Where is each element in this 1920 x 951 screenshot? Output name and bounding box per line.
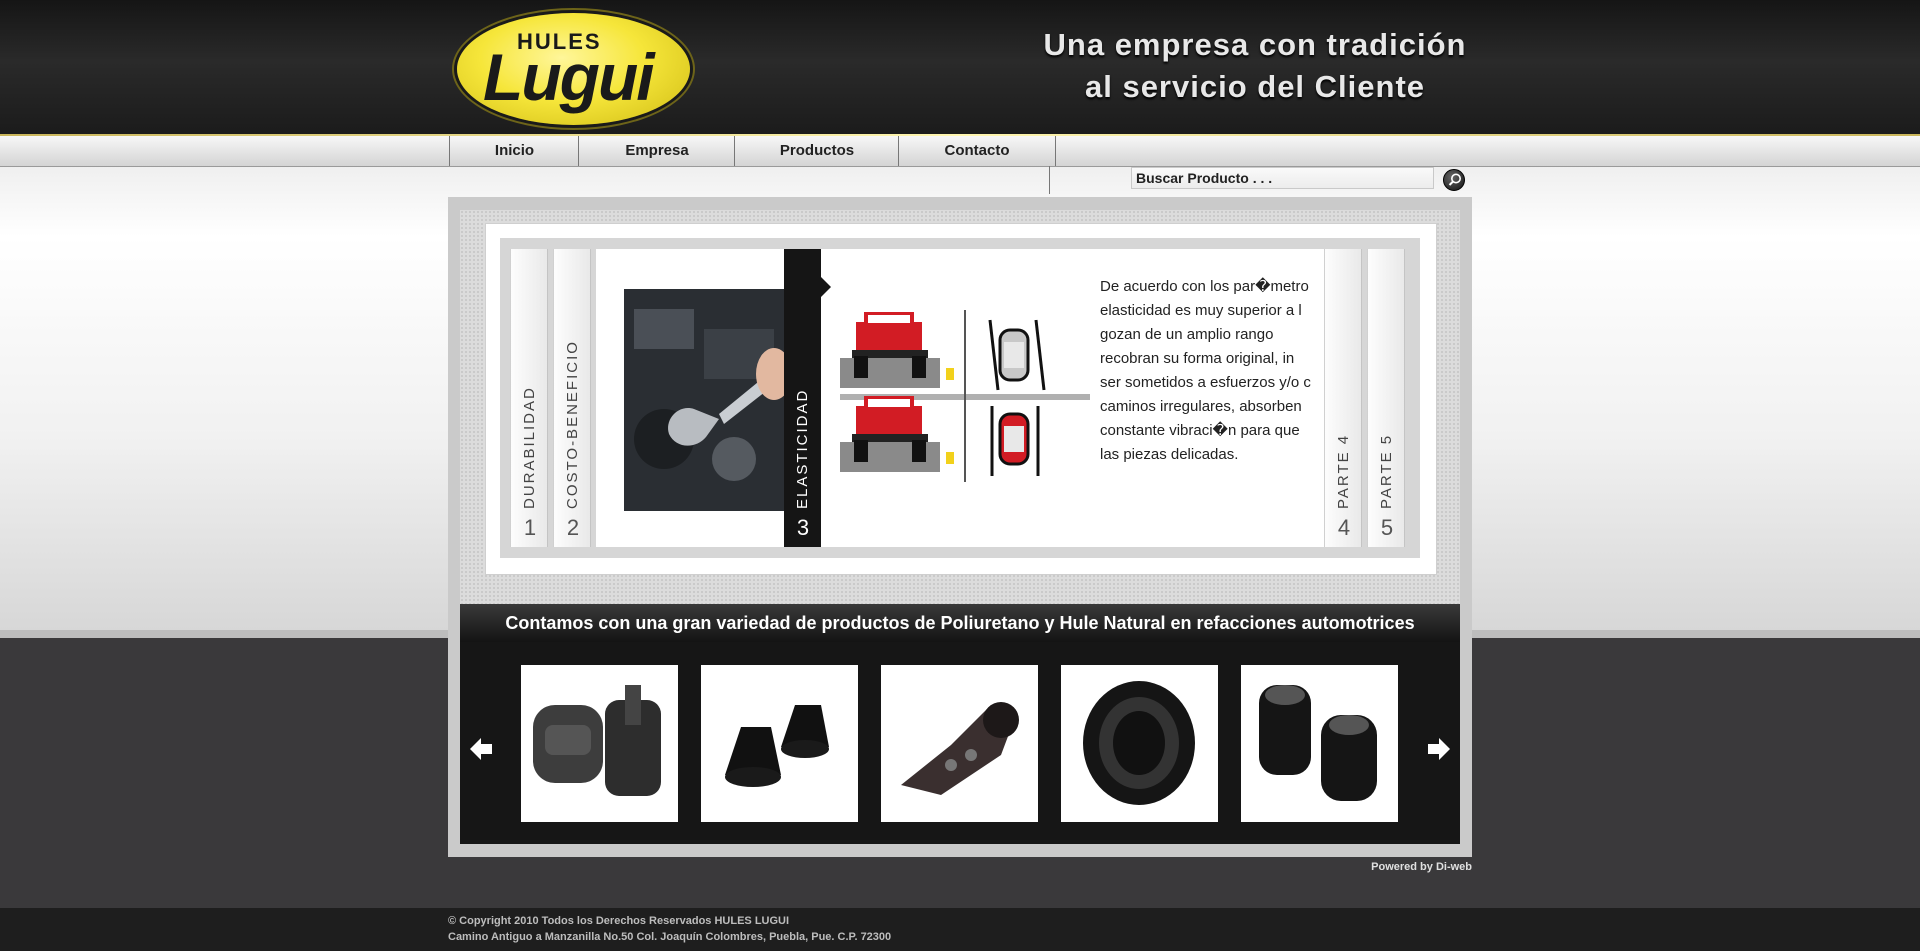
logo-main-text: Lugui xyxy=(483,40,655,114)
slider-tab-number: 4 xyxy=(1337,515,1351,540)
product-image xyxy=(1083,681,1195,805)
copyright-text: © Copyright 2010 Todos los Derechos Rese… xyxy=(448,915,790,927)
slider-tab-label: PARTE 5 xyxy=(1378,433,1395,509)
slide-text-line: las piezas delicadas. xyxy=(1100,446,1239,463)
product-thumb-bushing-sleeves[interactable] xyxy=(1241,665,1398,822)
slider-tab-1[interactable]: DURABILIDAD 1 xyxy=(510,249,548,547)
powered-by-link[interactable]: Powered by Di-web xyxy=(1300,861,1472,873)
search-input[interactable] xyxy=(1131,167,1434,189)
active-tab-arrow xyxy=(821,277,831,297)
slider-tab-2[interactable]: COSTO-BENEFICIO 2 xyxy=(553,249,591,547)
site-header xyxy=(0,0,1920,136)
site-footer xyxy=(0,908,1920,951)
slider-tab-number: 2 xyxy=(566,515,580,540)
slide-text-line: caminos irregulares, absorben xyxy=(1100,398,1302,415)
slider-tab-label: ELASTICIDAD xyxy=(794,388,811,509)
address-text: Camino Antiguo a Manzanilla No.50 Col. J… xyxy=(448,931,892,943)
site-logo[interactable]: HULES Lugui xyxy=(457,13,690,125)
slider-tab-label: COSTO-BENEFICIO xyxy=(564,340,581,509)
slide-text-line: elasticidad es muy superior a l xyxy=(1100,302,1302,319)
truck-suspension-diagram xyxy=(840,310,1092,482)
product-thumb-rubber-bumpers[interactable] xyxy=(701,665,858,822)
product-image xyxy=(533,685,661,796)
nav-item-inicio[interactable]: Inicio xyxy=(449,136,579,166)
slider-tab-number: 1 xyxy=(523,515,537,540)
carousel-next-arrow-icon[interactable] xyxy=(1426,736,1452,762)
mechanic-wrench-photo xyxy=(624,289,784,511)
nav-item-empresa[interactable]: Empresa xyxy=(578,136,735,166)
product-image xyxy=(901,702,1019,795)
slider-tab-5[interactable]: PARTE 5 5 xyxy=(1367,249,1405,547)
slider-tab-number: 5 xyxy=(1380,515,1394,540)
search-icon xyxy=(1448,173,1461,186)
slide-text-line: ser sometidos a esfuerzos y/o c xyxy=(1100,374,1311,391)
product-image xyxy=(725,705,829,787)
product-thumb-bushing-set[interactable] xyxy=(521,665,678,822)
nav-item-contacto[interactable]: Contacto xyxy=(898,136,1056,166)
slide-text-line: gozan de un amplio rango xyxy=(1100,326,1274,343)
slider-tab-label: DURABILIDAD xyxy=(521,386,538,509)
tagline-line-2: al servicio del Cliente xyxy=(1084,69,1426,104)
slide-text-line: recobran su forma original, in xyxy=(1100,350,1295,367)
slide-text-line: De acuerdo con los par�metro xyxy=(1100,278,1309,295)
product-thumb-rubber-seal-ring[interactable] xyxy=(1061,665,1218,822)
slide-text: De acuerdo con los par�metro elasticidad… xyxy=(1100,275,1324,475)
product-thumb-bracket-mount[interactable] xyxy=(881,665,1038,822)
product-image xyxy=(1259,685,1377,801)
slide-text-line: constante vibraci�n para que xyxy=(1100,422,1300,439)
slider-tab-number: 3 xyxy=(796,515,810,540)
carousel-prev-arrow-icon[interactable] xyxy=(468,736,494,762)
tagline-line-1: Una empresa con tradición xyxy=(1043,27,1467,62)
nav-item-productos[interactable]: Productos xyxy=(734,136,899,166)
products-heading: Contamos con una gran variedad de produc… xyxy=(460,604,1460,642)
slider-tab-label: PARTE 4 xyxy=(1335,433,1352,509)
slider-tab-4[interactable]: PARTE 4 4 xyxy=(1324,249,1362,547)
header-tagline: Una empresa con tradición al servicio de… xyxy=(1000,24,1510,108)
search-divider xyxy=(1049,166,1050,194)
slider-tab-3-active[interactable]: ELASTICIDAD 3 xyxy=(784,249,821,547)
search-button[interactable] xyxy=(1443,169,1465,191)
